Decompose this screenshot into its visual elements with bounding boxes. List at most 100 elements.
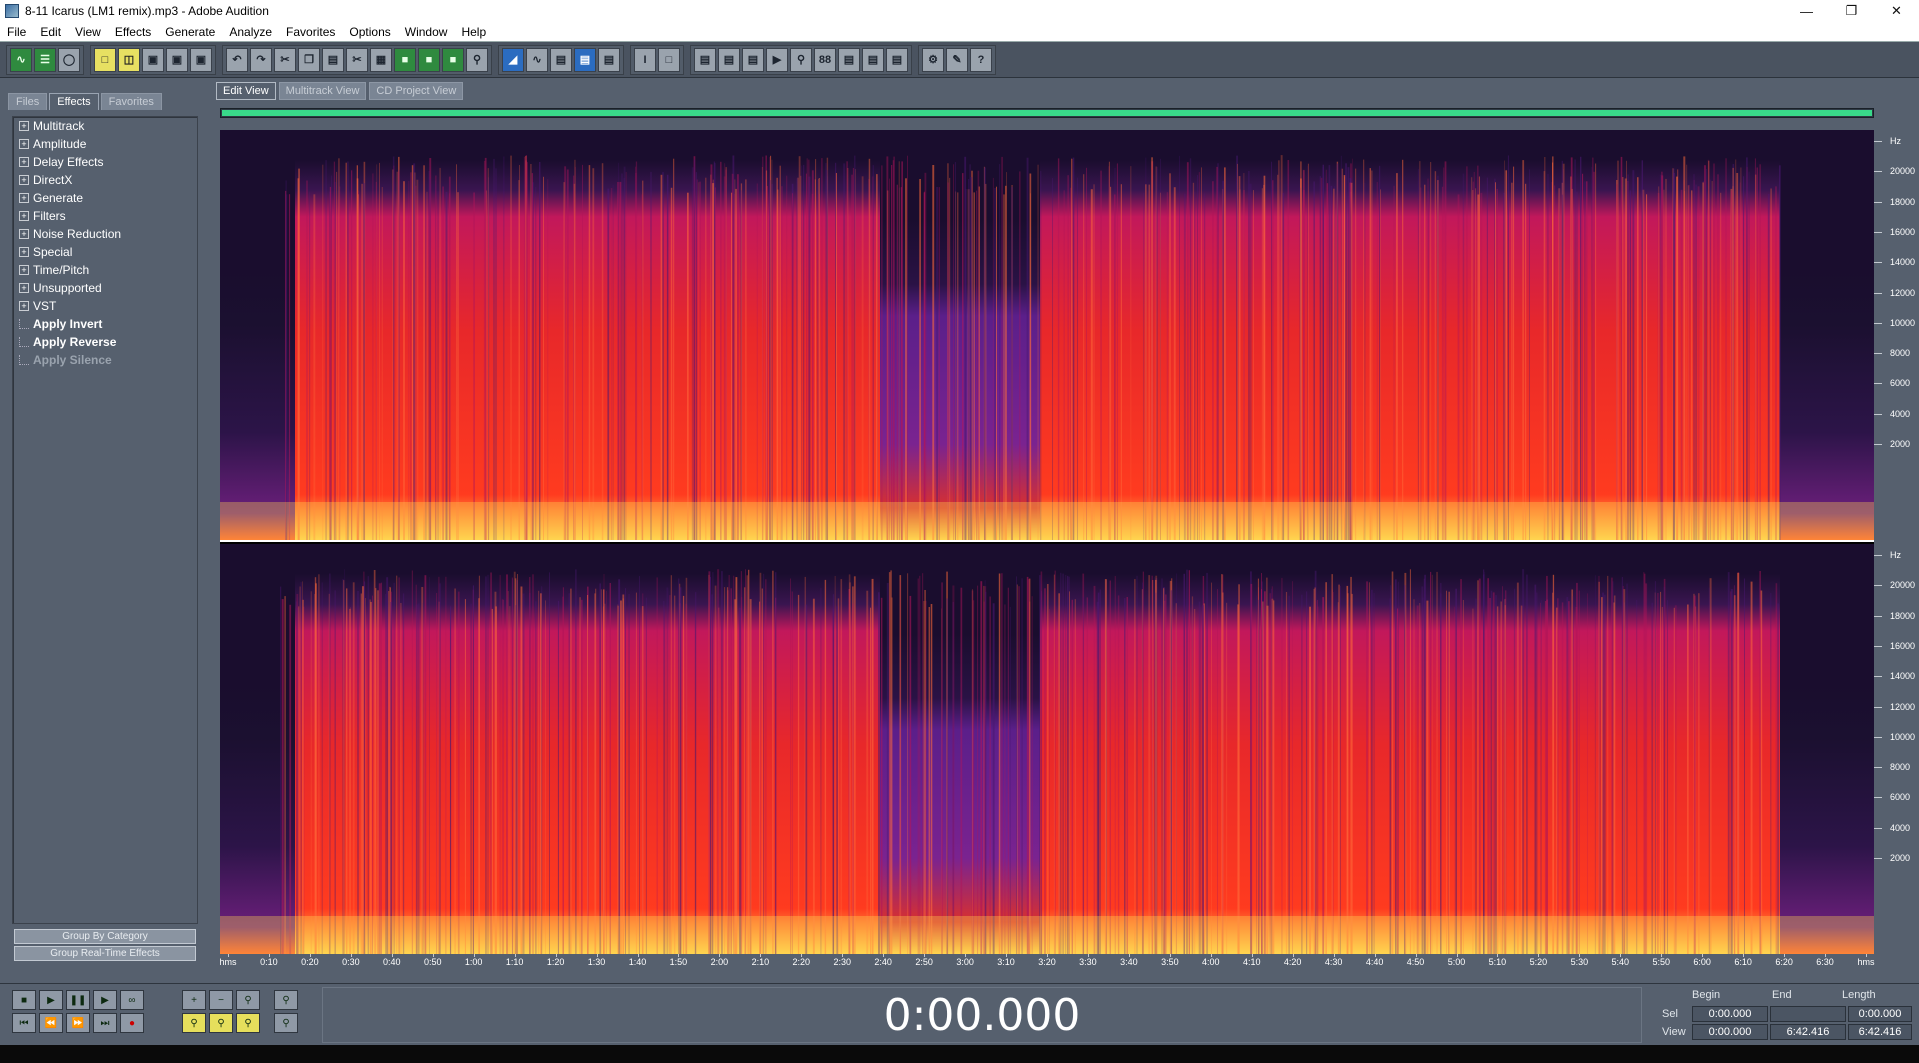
tree-item[interactable]: + VST [13,297,197,315]
restore-button[interactable]: ❐ [1829,0,1874,22]
menu-generate[interactable]: Generate [158,25,222,39]
settings-icon[interactable]: ⚙ [922,47,944,72]
tab-files[interactable]: Files [8,93,48,110]
group-by-category-button[interactable]: Group By Category [14,929,196,944]
view-begin-field[interactable]: 0:00.000 [1692,1024,1768,1040]
loop-icon[interactable]: ■ [418,47,440,72]
cue-list-icon[interactable]: ▤ [886,47,908,72]
counter-icon[interactable]: 88 [814,47,836,72]
zoom-full-icon[interactable]: ⚲ [236,990,260,1010]
tab-effects[interactable]: Effects [49,93,99,110]
tab-favorites[interactable]: Favorites [100,93,162,110]
expand-icon[interactable]: + [19,265,29,275]
spectrum-icon[interactable]: ▤ [694,47,716,72]
expand-icon[interactable]: + [19,211,29,221]
right-channel-spectrogram[interactable] [220,544,1874,954]
menu-analyze[interactable]: Analyze [222,25,279,39]
notes-icon[interactable]: ✎ [946,47,968,72]
sel-length-field[interactable]: 0:00.000 [1848,1006,1912,1022]
zoom-vertical-out-icon[interactable]: ⚲ [274,1013,298,1033]
save-icon[interactable]: ▣ [142,47,164,72]
levels-icon[interactable]: ▤ [838,47,860,72]
pause-icon[interactable]: ❚❚ [66,990,90,1010]
tree-item[interactable]: Apply Reverse [13,333,197,351]
loop-play-icon[interactable]: ∞ [120,990,144,1010]
tab-cd-project-view[interactable]: CD Project View [369,82,464,100]
overview-range[interactable] [222,110,1872,116]
spectral-view-icon[interactable]: ◢ [502,47,524,72]
go-to-end-icon[interactable]: ⏭ [93,1013,117,1033]
find-icon[interactable]: ⚲ [466,47,488,72]
view-length-field[interactable]: 6:42.416 [1848,1024,1912,1040]
menu-edit[interactable]: Edit [33,25,68,39]
edit-view-icon[interactable]: ∿ [10,47,32,72]
help-icon[interactable]: ? [970,47,992,72]
zoom-right-icon[interactable]: ⚲ [209,1013,233,1033]
tree-item[interactable]: + Unsupported [13,279,197,297]
expand-icon[interactable]: + [19,193,29,203]
phase-view-icon[interactable]: ▤ [598,47,620,72]
stop-icon[interactable]: ■ [12,990,36,1010]
menu-view[interactable]: View [68,25,108,39]
menu-options[interactable]: Options [342,25,397,39]
left-channel-spectrogram[interactable] [220,130,1874,540]
expand-icon[interactable]: + [19,121,29,131]
pan-view-icon[interactable]: ▤ [550,47,572,72]
expand-icon[interactable]: + [19,229,29,239]
frequency-analysis-icon[interactable]: ▤ [718,47,740,72]
metronome-icon[interactable]: ▤ [862,47,884,72]
redo-icon[interactable]: ↷ [250,47,272,72]
phase-analysis-icon[interactable]: ▤ [742,47,764,72]
tree-item[interactable]: + Multitrack [13,117,197,135]
marquee-icon[interactable]: □ [658,47,680,72]
expand-icon[interactable]: + [19,175,29,185]
expand-icon[interactable]: + [19,301,29,311]
mix-paste-icon[interactable]: ▦ [370,47,392,72]
pitch-view-icon[interactable]: ▤ [574,47,596,72]
menu-file[interactable]: File [0,25,33,39]
view-end-field[interactable]: 6:42.416 [1770,1024,1846,1040]
save-all-icon[interactable]: ▣ [190,47,212,72]
tree-item[interactable]: + Delay Effects [13,153,197,171]
time-selection-icon[interactable]: I [634,47,656,72]
record-icon[interactable]: ● [120,1013,144,1033]
fast-forward-icon[interactable]: ⏩ [66,1013,90,1033]
zoom-vertical-in-icon[interactable]: ⚲ [274,990,298,1010]
new-file-icon[interactable]: □ [94,47,116,72]
record-options-icon[interactable]: ■ [394,47,416,72]
snapshot-icon[interactable]: ■ [442,47,464,72]
close-button[interactable]: ✕ [1874,0,1919,22]
menu-window[interactable]: Window [398,25,455,39]
overview-scrollbar[interactable] [220,108,1874,118]
menu-effects[interactable]: Effects [108,25,158,39]
expand-icon[interactable]: + [19,139,29,149]
multitrack-view-icon[interactable]: ☰ [34,47,56,72]
rewind-icon[interactable]: ⏪ [39,1013,63,1033]
tree-item[interactable]: + Noise Reduction [13,225,197,243]
tree-item[interactable]: + Filters [13,207,197,225]
open-file-icon[interactable]: ◫ [118,47,140,72]
tree-item[interactable]: + Time/Pitch [13,261,197,279]
expand-icon[interactable]: + [19,247,29,257]
paste-icon[interactable]: ▤ [322,47,344,72]
tab-edit-view[interactable]: Edit View [216,82,276,100]
zoom-selection-icon[interactable]: ⚲ [236,1013,260,1033]
cut-icon[interactable]: ✂ [274,47,296,72]
tree-item[interactable]: Apply Silence [13,351,197,369]
time-ruler[interactable]: hms 0:10 0:20 0:30 0:40 0:50 1:00 1:10 1:20 1:30 1… [219,954,1875,970]
expand-icon[interactable]: + [19,157,29,167]
play-to-end-icon[interactable]: ▶ [93,990,117,1010]
tree-item[interactable]: Apply Invert [13,315,197,333]
tree-item[interactable]: + DirectX [13,171,197,189]
tab-multitrack-view[interactable]: Multitrack View [278,82,367,100]
trim-icon[interactable]: ✂ [346,47,368,72]
zoom-tool-icon[interactable]: ⚲ [790,47,812,72]
group-realtime-effects-button[interactable]: Group Real-Time Effects [14,946,196,961]
tree-item[interactable]: + Generate [13,189,197,207]
play-looped-icon[interactable]: ▶ [766,47,788,72]
zoom-in-icon[interactable]: + [182,990,206,1010]
spectral-display[interactable] [220,130,1874,954]
play-icon[interactable]: ▶ [39,990,63,1010]
waveform-view-icon[interactable]: ∿ [526,47,548,72]
zoom-left-icon[interactable]: ⚲ [182,1013,206,1033]
